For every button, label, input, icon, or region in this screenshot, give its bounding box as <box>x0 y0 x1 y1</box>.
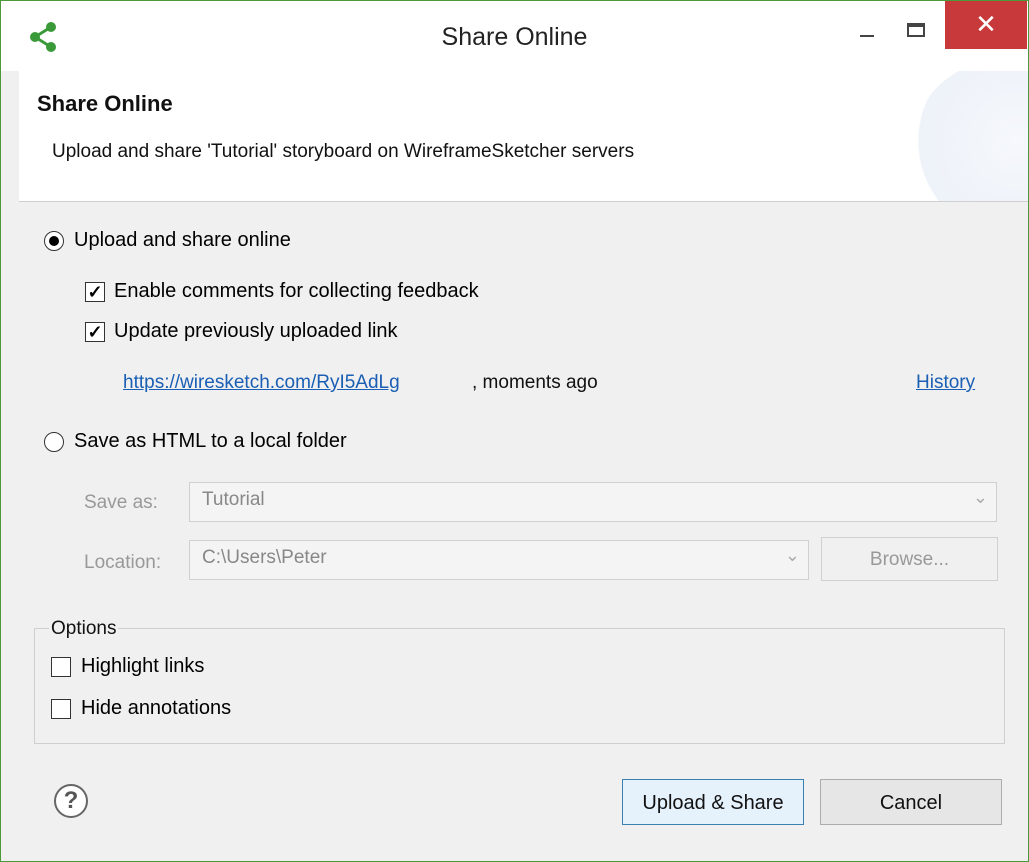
save-as-label: Save as: <box>84 492 158 513</box>
close-button[interactable]: ✕ <box>945 1 1027 49</box>
upload-share-label: Upload and share online <box>74 229 291 251</box>
minimize-button[interactable] <box>844 1 890 49</box>
history-link[interactable]: History <box>916 372 975 394</box>
save-html-radio[interactable] <box>44 432 64 452</box>
title-bar: Share Online ✕ <box>1 1 1028 71</box>
location-combo[interactable]: C:\Users\Peter ⌄ <box>189 540 809 580</box>
uploaded-link-time: , moments ago <box>472 372 598 393</box>
save-as-value: Tutorial <box>202 489 265 510</box>
browse-button[interactable]: Browse... <box>821 537 998 581</box>
hide-annotations-checkbox[interactable] <box>51 699 71 719</box>
chevron-down-icon[interactable]: ⌄ <box>973 487 988 508</box>
save-as-combo[interactable]: Tutorial ⌄ <box>189 482 997 522</box>
update-link-label: Update previously uploaded link <box>114 320 398 342</box>
header-description: Upload and share 'Tutorial' storyboard o… <box>52 141 635 162</box>
dialog-content: Upload and share online ✓ Enable comment… <box>19 202 1028 861</box>
cancel-button[interactable]: Cancel <box>820 779 1002 825</box>
location-label: Location: <box>84 552 162 573</box>
chevron-down-icon[interactable]: ⌄ <box>785 545 800 566</box>
options-title: Options <box>49 618 119 640</box>
save-html-label: Save as HTML to a local folder <box>74 430 347 452</box>
highlight-links-label: Highlight links <box>81 655 205 677</box>
dialog-header: Share Online Upload and share 'Tutorial'… <box>19 71 1028 202</box>
upload-share-radio[interactable] <box>44 231 64 251</box>
upload-share-button[interactable]: Upload & Share <box>622 779 804 825</box>
help-icon[interactable]: ? <box>54 784 88 818</box>
header-title: Share Online <box>37 91 173 116</box>
enable-comments-label: Enable comments for collecting feedback <box>114 280 479 302</box>
highlight-links-checkbox[interactable] <box>51 657 71 677</box>
maximize-button[interactable] <box>894 1 940 49</box>
location-value: C:\Users\Peter <box>202 547 327 568</box>
uploaded-link[interactable]: https://wiresketch.com/RyI5AdLg <box>123 372 400 394</box>
options-group <box>34 628 1005 744</box>
header-decoration <box>908 71 1028 201</box>
hide-annotations-label: Hide annotations <box>81 697 232 719</box>
update-link-checkbox[interactable]: ✓ <box>85 322 105 342</box>
enable-comments-checkbox[interactable]: ✓ <box>85 282 105 302</box>
share-online-dialog: Share Online ✕ Share Online Upload and s… <box>0 0 1029 862</box>
